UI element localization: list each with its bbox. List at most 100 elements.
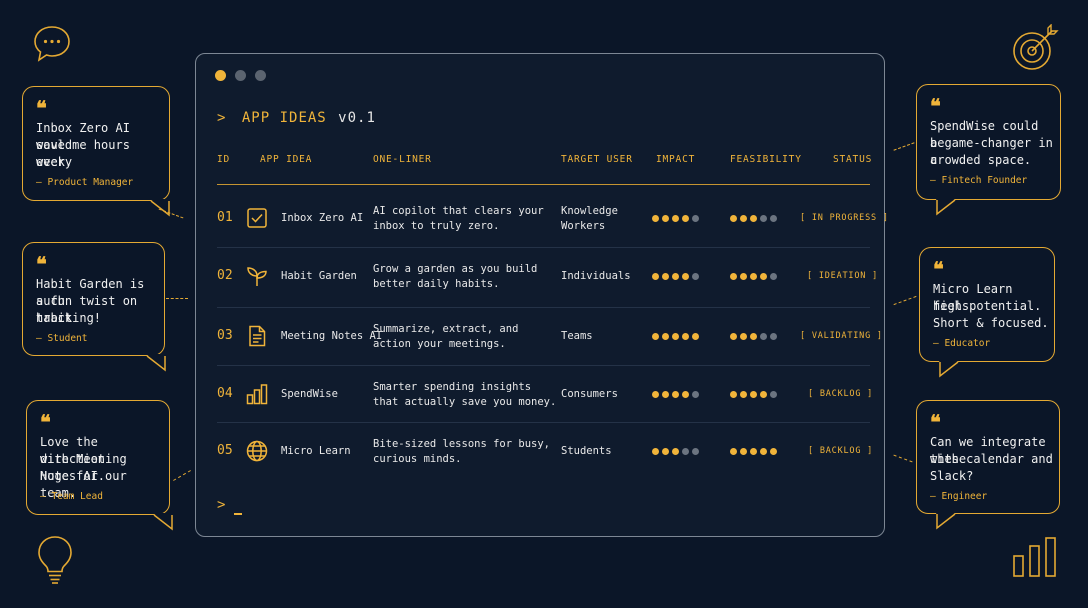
feasibility-rating <box>730 448 777 455</box>
rating-dot-filled <box>672 448 679 455</box>
row-id: 05 <box>217 443 233 458</box>
rating-dot-empty <box>770 333 777 340</box>
rating-dot-empty <box>692 273 699 280</box>
rating-dot-filled <box>672 391 679 398</box>
rating-dot-filled <box>692 333 699 340</box>
row-id: 03 <box>217 328 233 343</box>
target-user-line-1: Knowledge <box>561 205 618 217</box>
one-liner-line-1: Grow a garden as you build <box>373 263 538 275</box>
quote-icon: ❝ <box>40 410 51 434</box>
bubble-tail <box>939 359 959 378</box>
feasibility-rating <box>730 273 777 280</box>
row-id: 04 <box>217 386 233 401</box>
rating-dot-filled <box>682 273 689 280</box>
version-text: v0.1 <box>338 110 376 126</box>
rating-dot-filled <box>750 273 757 280</box>
status-badge: [ BACKLOG ] <box>808 389 874 399</box>
app-name: Habit Garden <box>281 270 357 282</box>
rating-dot-filled <box>770 448 777 455</box>
status-badge: [ BACKLOG ] <box>808 446 874 456</box>
rating-dot-filled <box>672 215 679 222</box>
bubble-tail <box>936 197 956 216</box>
table-row[interactable]: 02 Habit Garden Grow a garden as you bui… <box>196 247 886 305</box>
window-dot-minimize[interactable] <box>235 70 246 81</box>
rating-dot-filled <box>740 333 747 340</box>
rating-dot-empty <box>692 391 699 398</box>
target-user-line-1: Consumers <box>561 388 618 400</box>
impact-rating <box>652 448 699 455</box>
impact-rating <box>652 333 699 340</box>
header-status: STATUS <box>833 154 873 165</box>
window-dot-maximize[interactable] <box>255 70 266 81</box>
rating-dot-filled <box>730 215 737 222</box>
one-liner-line-2: curious minds. <box>373 453 462 465</box>
testimonial-author: — Team Lead <box>40 491 103 502</box>
terminal-title: > APP IDEAS v0.1 <box>217 110 376 126</box>
window-controls <box>215 70 266 81</box>
testimonial-text: crowded space. <box>930 153 1032 167</box>
one-liner-line-2: better daily habits. <box>373 278 500 290</box>
app-name: Inbox Zero AI <box>281 212 364 224</box>
connector-line <box>173 470 191 481</box>
table-row[interactable]: 05 Micro Learn Bite-sized lessons for bu… <box>196 422 886 480</box>
impact-rating <box>652 391 699 398</box>
one-liner-line-1: Summarize, extract, and <box>373 323 519 335</box>
testimonial-bubble: ❝ Love the direction with Meeting Notes AI… <box>26 400 173 531</box>
quote-icon: ❝ <box>36 252 47 276</box>
connector-line <box>166 298 188 299</box>
target-user-line-1: Students <box>561 445 612 457</box>
rating-dot-filled <box>652 273 659 280</box>
testimonial-bubble: ❝ Can we integrate these with calendar and… <box>916 400 1060 530</box>
rating-dot-empty <box>760 215 767 222</box>
window-dot-close[interactable] <box>215 70 226 81</box>
rating-dot-empty <box>692 448 699 455</box>
title-text: APP IDEAS <box>241 110 327 126</box>
bar-chart-icon <box>1013 537 1056 577</box>
rating-dot-filled <box>652 391 659 398</box>
rating-dot-filled <box>652 215 659 222</box>
feasibility-rating <box>730 333 777 340</box>
rating-dot-filled <box>760 273 767 280</box>
feasibility-rating <box>730 215 777 222</box>
rating-dot-empty <box>692 215 699 222</box>
testimonial-bubble: ❝ SpendWise could be a game-changer in a cr… <box>916 84 1061 216</box>
rating-dot-empty <box>770 273 777 280</box>
rating-dot-filled <box>750 448 757 455</box>
target-user-line-1: Individuals <box>561 270 631 282</box>
feasibility-rating <box>730 391 777 398</box>
testimonial-author: — Student <box>36 333 88 344</box>
rating-dot-filled <box>740 448 747 455</box>
testimonial-text: with calendar and <box>930 452 1053 466</box>
rating-dot-filled <box>760 391 767 398</box>
rating-dot-filled <box>750 391 757 398</box>
header-impact: IMPACT <box>656 154 696 165</box>
connector-line <box>893 454 913 463</box>
testimonial-bubble: ❝ Micro Learn feels high potential. Short &… <box>919 247 1055 378</box>
testimonial-text: tracking! <box>36 311 102 325</box>
rating-dot-filled <box>730 273 737 280</box>
testimonial-author: — Engineer <box>930 491 988 502</box>
rating-dot-filled <box>740 215 747 222</box>
rating-dot-filled <box>682 391 689 398</box>
rating-dot-filled <box>750 333 757 340</box>
testimonial-bubble: ❝ Habit Garden is such a fun twist on habi… <box>22 242 166 372</box>
chat-bubble-icon <box>34 26 70 62</box>
rating-dot-filled <box>652 448 659 455</box>
status-badge: [ VALIDATING ] <box>800 331 883 341</box>
rating-dot-filled <box>662 391 669 398</box>
status-badge: [ IDEATION ] <box>807 271 879 281</box>
bubble-tail <box>146 353 166 372</box>
rating-dot-filled <box>730 448 737 455</box>
testimonial-text: week. <box>36 155 73 169</box>
header-feasibility: FEASIBILITY <box>730 154 802 165</box>
sprout-icon <box>246 265 268 287</box>
terminal-window: > APP IDEAS v0.1 ID APP IDEA ONE-LINER T… <box>195 53 888 537</box>
table-row[interactable]: 03 Meeting Notes AI Summarize, extract, … <box>196 307 886 365</box>
impact-rating <box>652 215 699 222</box>
text-cursor[interactable] <box>234 513 242 515</box>
testimonial-author: — Educator <box>933 338 991 349</box>
table-row[interactable]: 04 SpendWise Smarter spending insights t… <box>196 365 886 423</box>
rating-dot-empty <box>760 333 767 340</box>
table-row[interactable]: 01 Inbox Zero AI AI copilot that clears … <box>196 189 888 247</box>
header-one-liner: ONE-LINER <box>373 154 432 165</box>
